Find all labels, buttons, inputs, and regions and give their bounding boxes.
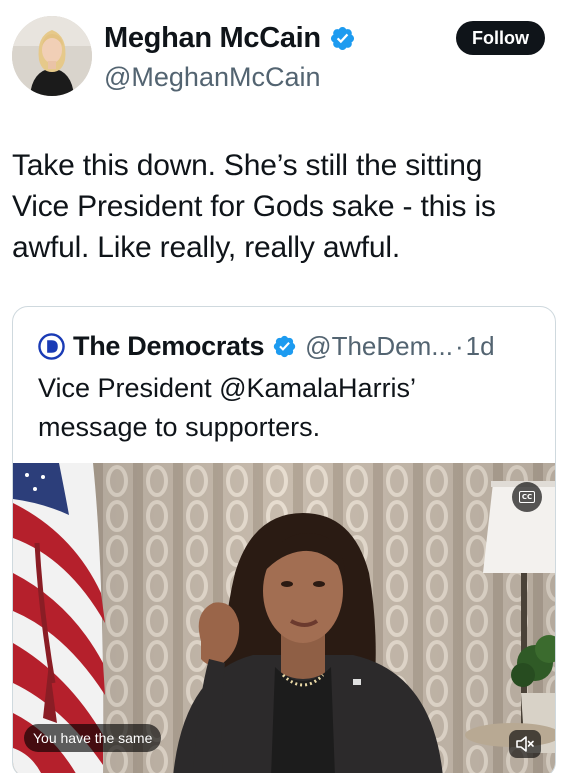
quoted-tweet-time[interactable]: 1d [466, 331, 495, 362]
mute-button[interactable] [509, 730, 541, 758]
tweet-view: Meghan McCain @MeghanMcCain Follow Take … [0, 0, 568, 773]
author-name-row: Meghan McCain [104, 20, 356, 56]
video-player[interactable]: CC You have the same [13, 463, 555, 773]
quoted-tweet-text: Vice President @KamalaHarris’ message to… [38, 373, 417, 442]
democrats-logo-icon [38, 332, 65, 360]
quoted-tweet-header: The Democrats @TheDem... · 1d [38, 329, 495, 363]
avatar-image [12, 16, 92, 96]
author-handle[interactable]: @MeghanMcCain [104, 60, 321, 94]
follow-button[interactable]: Follow [456, 21, 545, 55]
meta-separator: · [454, 330, 464, 361]
quoted-author-name[interactable]: The Democrats [73, 331, 264, 362]
author-display-name[interactable]: Meghan McCain [104, 20, 321, 56]
verified-badge-icon [273, 335, 296, 357]
quoted-author-handle[interactable]: @TheDem... [305, 331, 453, 362]
author-avatar[interactable] [12, 16, 92, 96]
closed-captions-button[interactable]: CC [512, 482, 542, 512]
speaker-muted-icon [516, 736, 534, 752]
closed-captions-icon: CC [519, 491, 535, 503]
quoted-tweet-card[interactable]: The Democrats @TheDem... · 1d Vice Presi… [12, 306, 556, 773]
video-caption: You have the same [24, 724, 162, 752]
verified-badge-icon [330, 26, 354, 50]
tweet-text: Take this down. She’s still the sitting … [12, 149, 496, 264]
